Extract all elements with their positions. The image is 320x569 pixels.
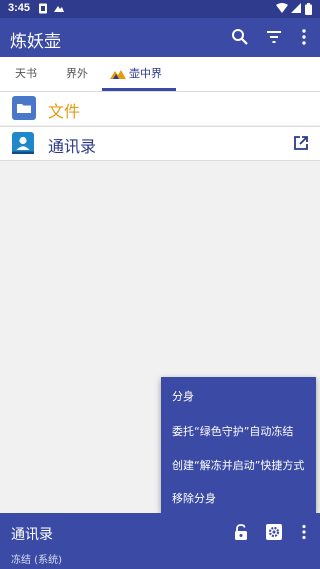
mountain-icon xyxy=(110,70,126,79)
search-icon[interactable] xyxy=(229,26,251,48)
context-menu: 分身 委托“绿色守护”自动冻结 创建“解冻并启动”快捷方式 移除分身 xyxy=(161,377,316,513)
more-vert-icon[interactable] xyxy=(295,523,313,541)
tab-bar: 天书 界外 壶中界 xyxy=(0,57,320,92)
tab-indicator xyxy=(102,88,176,91)
sim-card-icon xyxy=(39,3,47,14)
status-time: 3:45 xyxy=(8,2,31,14)
menu-item-delegate-freeze[interactable]: 委托“绿色守护”自动冻结 xyxy=(172,423,293,439)
folder-icon xyxy=(12,96,36,120)
selected-app-status: 冻结 (系统) xyxy=(11,555,62,566)
menu-item-remove-clone[interactable]: 移除分身 xyxy=(172,490,216,506)
list-item-label: 通讯录 xyxy=(48,137,97,156)
list-item-contacts[interactable]: 通讯录 xyxy=(0,126,320,161)
menu-item-create-shortcut[interactable]: 创建“解冻并启动”快捷方式 xyxy=(172,457,304,473)
bottom-panel: 通讯录 冻结 (系统) xyxy=(0,513,320,569)
tab-label: 界外 xyxy=(66,67,88,80)
tab-jiewai[interactable]: 界外 xyxy=(66,57,88,91)
app-title: 炼妖壶 xyxy=(10,32,61,52)
lock-icon[interactable] xyxy=(232,523,250,541)
wifi-icon xyxy=(276,3,288,13)
settings-icon[interactable] xyxy=(265,523,283,541)
list-item-files[interactable]: 文件 xyxy=(0,92,320,125)
battery-icon xyxy=(305,3,312,15)
open-external-icon[interactable] xyxy=(293,135,309,151)
tab-label: 壶中界 xyxy=(129,67,162,80)
tab-label: 天书 xyxy=(15,67,37,80)
cloud-icon xyxy=(54,6,64,12)
status-bar: 3:45 xyxy=(0,0,320,18)
tab-tianshu[interactable]: 天书 xyxy=(15,57,37,91)
app-bar: 炼妖壶 xyxy=(0,18,320,57)
list-item-label: 文件 xyxy=(48,102,81,121)
selected-app-name: 通讯录 xyxy=(11,527,53,543)
contacts-icon xyxy=(12,132,34,154)
filter-icon[interactable] xyxy=(263,26,285,48)
signal-icon xyxy=(291,3,301,13)
menu-item-clone[interactable]: 分身 xyxy=(172,388,194,404)
more-vert-icon[interactable] xyxy=(293,26,315,48)
